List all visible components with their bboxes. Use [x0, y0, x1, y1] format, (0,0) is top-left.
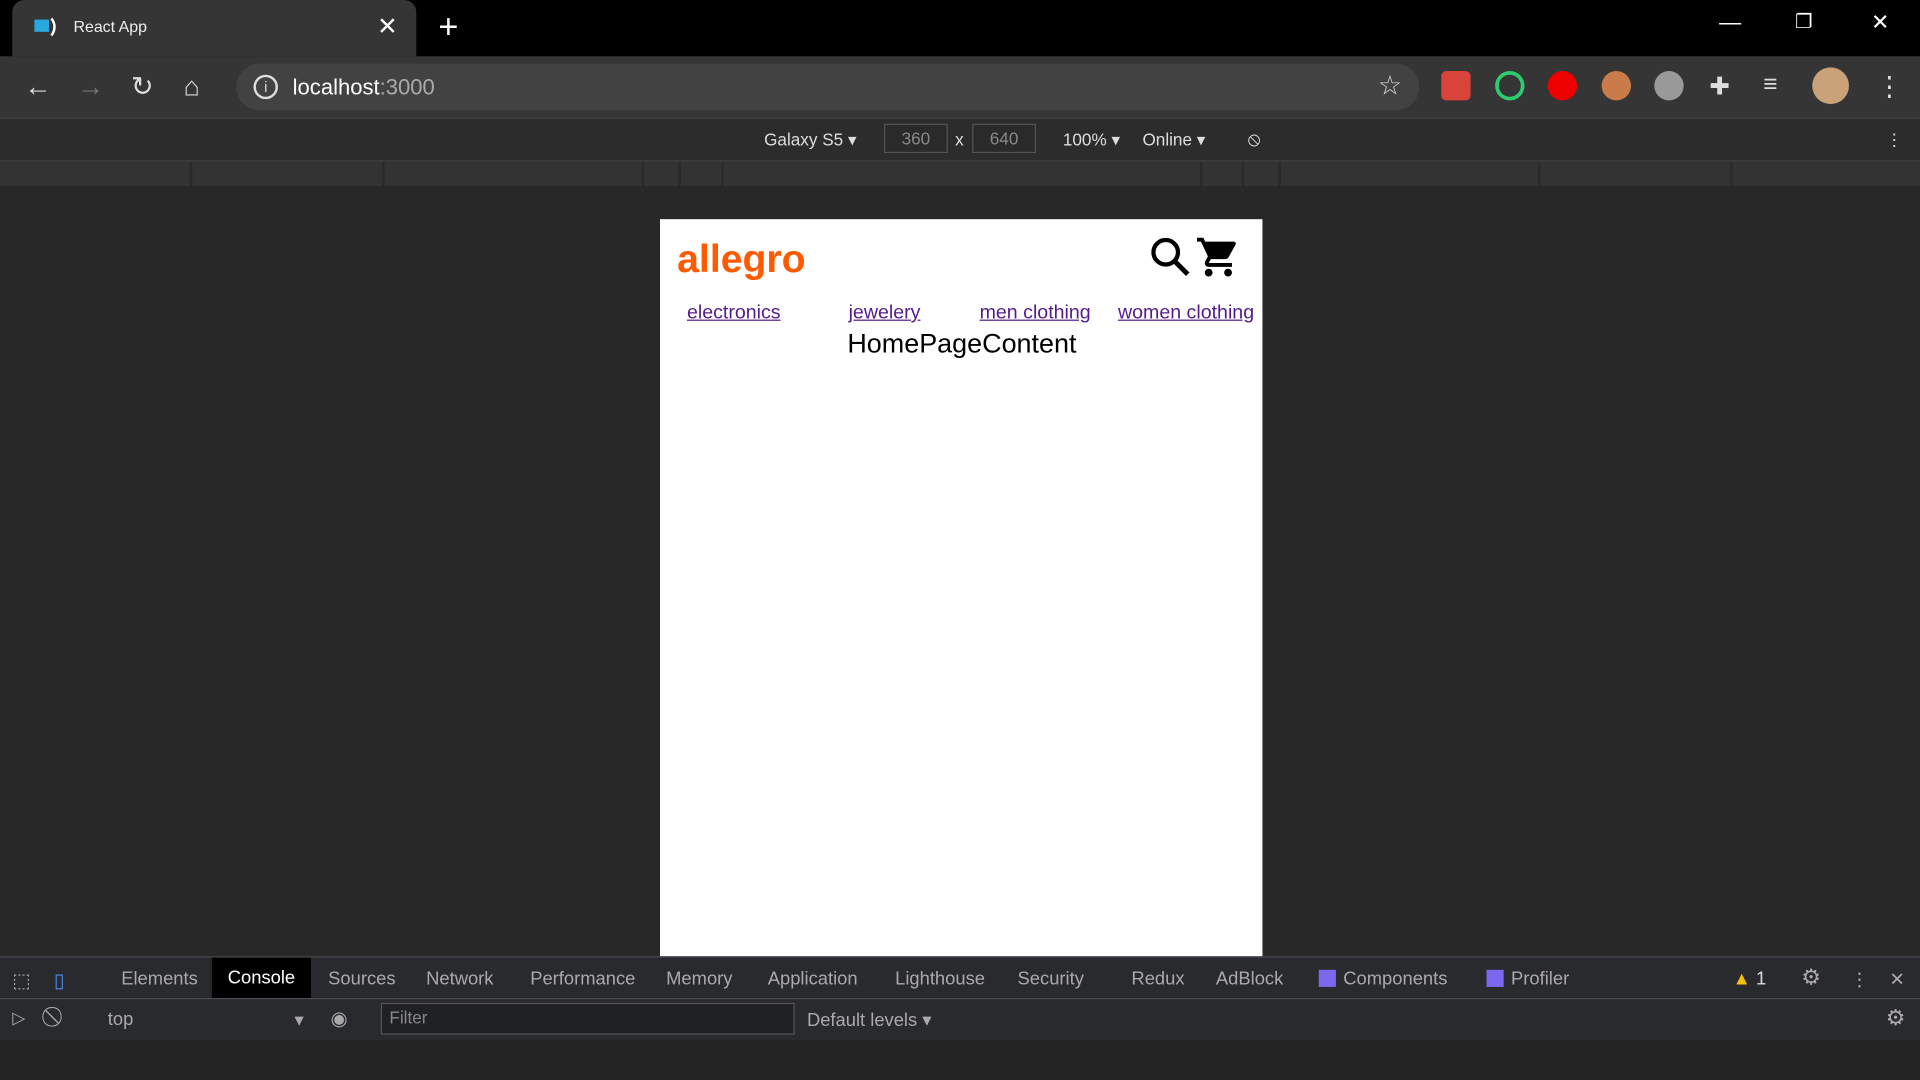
console-settings-icon[interactable]: ⚙ [1886, 1005, 1906, 1031]
bookmark-star-icon[interactable]: ☆ [1378, 70, 1402, 102]
tab-security[interactable]: Security [1018, 969, 1084, 990]
context-select[interactable]: top ▾ [108, 1009, 304, 1031]
category-link-men-clothing[interactable]: men clothing [980, 302, 1091, 324]
forward-button[interactable]: → [77, 71, 104, 103]
tab-adblock[interactable]: AdBlock [1216, 969, 1283, 990]
home-button[interactable]: ⌂ [184, 71, 200, 103]
category-link-women-clothing[interactable]: women clothing [1118, 302, 1254, 324]
close-window-button[interactable]: ✕ [1871, 10, 1889, 36]
allegro-logo[interactable]: allegro [677, 236, 805, 281]
rotate-icon[interactable]: ⦸ [1248, 130, 1261, 152]
warning-icon: ▲ [1732, 968, 1751, 990]
tab-console[interactable]: Console [211, 957, 312, 1000]
app-viewport: allegro electronics jewelery men clothin… [660, 219, 1263, 957]
filter-input[interactable] [382, 1004, 789, 1032]
tab-profiler[interactable]: Profiler [1486, 969, 1569, 989]
inspect-element-icon[interactable]: ⬚ [12, 969, 31, 993]
live-expression-eye-icon[interactable]: ◉ [331, 1007, 348, 1031]
cart-icon[interactable] [1195, 234, 1242, 281]
height-input[interactable]: 640 [972, 123, 1036, 154]
tab-performance[interactable]: Performance [530, 969, 635, 990]
react-icon [1486, 969, 1504, 987]
extension-globe-icon[interactable] [1654, 71, 1684, 101]
extension-target-icon[interactable] [1495, 71, 1525, 101]
tab-network[interactable]: Network [426, 969, 493, 990]
react-icon [1318, 969, 1336, 987]
device-select[interactable]: Galaxy S5 ▾ [764, 130, 856, 151]
extension-icon[interactable] [1441, 71, 1471, 101]
width-input[interactable]: 360 [884, 123, 948, 154]
zoom-select[interactable]: 100% ▾ [1063, 130, 1120, 151]
home-page-content: HomePageContent [847, 328, 1077, 359]
tab-redux[interactable]: Redux [1131, 969, 1184, 990]
category-link-jewelery[interactable]: jewelery [849, 302, 921, 324]
reload-button[interactable]: ↻ [131, 71, 154, 103]
tab-components[interactable]: Components [1318, 969, 1447, 989]
device-menu-icon[interactable]: ⋮ [1886, 130, 1903, 151]
media-control-icon[interactable]: ≡ [1763, 71, 1777, 99]
console-filter[interactable] [380, 1002, 795, 1035]
log-levels-select[interactable]: Default levels ▾ [807, 1009, 932, 1031]
restore-button[interactable]: ❐ [1795, 10, 1813, 34]
address-bar[interactable]: i localhost:3000 ☆ [236, 63, 1420, 111]
media-query-bar[interactable] [0, 161, 1920, 187]
dimension-separator: x [955, 129, 964, 150]
back-button[interactable]: ← [24, 71, 51, 103]
device-toggle-icon[interactable]: ▯ [54, 969, 65, 993]
new-tab-button[interactable]: + [438, 7, 458, 46]
sidebar-toggle-icon[interactable]: ▷ [12, 1008, 25, 1029]
console-output[interactable] [0, 1039, 1920, 1080]
warnings-badge[interactable]: ▲ 1 [1733, 969, 1767, 990]
close-devtools-icon[interactable]: ✕ [1889, 969, 1904, 991]
adblock-icon[interactable] [1547, 71, 1578, 101]
url-text: localhost:3000 [292, 74, 435, 100]
settings-gear-icon[interactable]: ⚙ [1801, 965, 1821, 991]
tab-sources[interactable]: Sources [328, 969, 395, 990]
tab-lighthouse[interactable]: Lighthouse [895, 969, 985, 990]
category-link-electronics[interactable]: electronics [687, 302, 781, 324]
device-toolbar: Galaxy S5 ▾ 360 x 640 100% ▾ Online ▾ ⦸ … [0, 117, 1920, 162]
minimize-button[interactable]: — [1719, 10, 1741, 36]
devtools-menu-icon[interactable]: ⋮ [1850, 969, 1868, 991]
site-info-icon[interactable]: i [253, 74, 278, 100]
extensions-puzzle-icon[interactable]: ✚ [1709, 71, 1730, 102]
avatar[interactable] [1812, 67, 1849, 105]
devtools-tabbar: ⬚ ▯ Elements Console Sources Network Per… [0, 956, 1920, 1000]
tab-close-icon[interactable]: ✕ [377, 11, 398, 42]
tab-title: React App [73, 17, 147, 36]
browser-tab[interactable]: React App ✕ [12, 0, 417, 57]
network-select[interactable]: Online ▾ [1142, 130, 1205, 151]
browser-menu-icon[interactable]: ⋮ [1876, 71, 1903, 103]
tab-application[interactable]: Application [768, 969, 858, 990]
extension-face-icon[interactable] [1601, 71, 1632, 101]
tab-memory[interactable]: Memory [666, 969, 732, 990]
console-toolbar: ▷ ⃠ top▾ ◉ Default levels ▾ ⚙ [0, 997, 1920, 1041]
tab-elements[interactable]: Elements [121, 969, 198, 990]
tab-favicon-icon [34, 17, 56, 37]
search-icon[interactable] [1150, 236, 1192, 278]
